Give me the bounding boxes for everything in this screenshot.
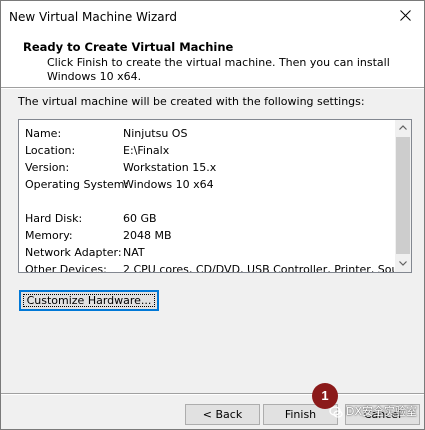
memory-value: 2048 MB [123, 229, 172, 242]
os-label: Operating System: [25, 178, 129, 191]
back-button[interactable]: < Back [185, 404, 260, 425]
name-value: Ninjutsu OS [123, 127, 188, 140]
close-icon [400, 10, 411, 21]
settings-rows: Name: Ninjutsu OS Location: E:\Finalx Ve… [25, 125, 397, 273]
disk-label: Hard Disk: [25, 212, 83, 225]
window-title: New Virtual Machine Wizard [9, 10, 177, 24]
header-title: Ready to Create Virtual Machine [23, 40, 234, 54]
title-bar: New Virtual Machine Wizard [1, 1, 424, 32]
version-value: Workstation 15.x [123, 161, 217, 174]
back-label: < Back [202, 408, 243, 421]
chevron-up-icon [399, 125, 407, 130]
settings-intro: The virtual machine will be created with… [18, 95, 365, 108]
customize-hardware-button[interactable]: Customize Hardware... [19, 290, 159, 311]
scroll-up-button[interactable] [395, 120, 411, 136]
settings-row-name: Name: Ninjutsu OS [25, 125, 397, 142]
scroll-down-button[interactable] [395, 256, 411, 272]
network-label: Network Adapter: [25, 246, 122, 259]
network-value: NAT [123, 246, 145, 259]
header-description: Click Finish to create the virtual machi… [47, 56, 390, 83]
settings-row-os: Operating System: Windows 10 x64 [25, 176, 397, 193]
settings-row-network: Network Adapter: NAT [25, 244, 397, 261]
scroll-thumb[interactable] [396, 137, 410, 254]
settings-row-disk: Hard Disk: 60 GB [25, 210, 397, 227]
name-label: Name: [25, 127, 62, 140]
finish-label: Finish [284, 408, 317, 421]
chat-bubble-icon [329, 406, 343, 418]
settings-row-memory: Memory: 2048 MB [25, 227, 397, 244]
version-label: Version: [25, 161, 70, 174]
location-value: E:\Finalx [123, 144, 170, 157]
customize-hardware-label: Customize Hardware... [26, 294, 152, 307]
settings-row-other: Other Devices: 2 CPU cores, CD/DVD, USB … [25, 261, 397, 273]
location-label: Location: [25, 144, 76, 157]
memory-label: Memory: [25, 229, 73, 242]
watermark-text: DX安全实验室 [346, 405, 418, 418]
settings-row-location: Location: E:\Finalx [25, 142, 397, 159]
watermark: DX安全实验室 [329, 401, 417, 423]
os-value: Windows 10 x64 [123, 178, 214, 191]
settings-summary-list[interactable]: Name: Ninjutsu OS Location: E:\Finalx Ve… [18, 119, 412, 273]
disk-value: 60 GB [123, 212, 157, 225]
other-value: 2 CPU cores, CD/DVD, USB Controller, Pri… [123, 263, 397, 273]
close-button[interactable] [392, 3, 420, 29]
wizard-window: New Virtual Machine Wizard Ready to Crea… [0, 0, 425, 430]
chevron-down-icon [399, 261, 407, 266]
wizard-header: Ready to Create Virtual Machine Click Fi… [1, 32, 424, 87]
vertical-scrollbar[interactable] [395, 120, 411, 272]
other-label: Other Devices: [25, 263, 107, 273]
settings-row-version: Version: Workstation 15.x [25, 159, 397, 176]
